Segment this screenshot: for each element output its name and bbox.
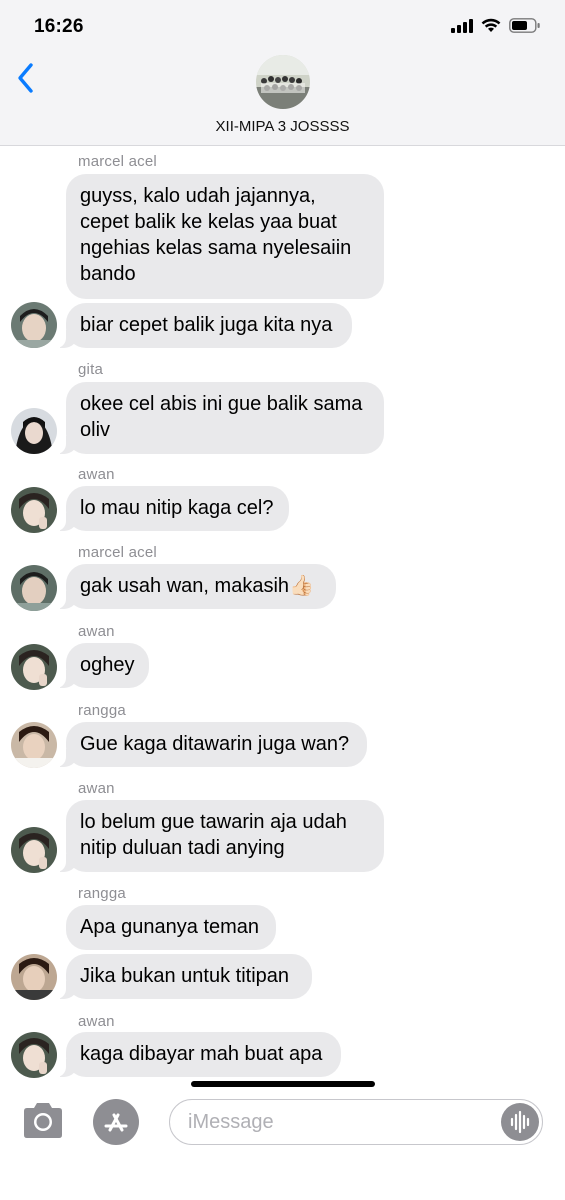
audio-message-button[interactable] xyxy=(501,1103,539,1141)
message-line: ngehias kelas sama nyelesaiin xyxy=(80,237,352,259)
message-list[interactable]: marcel acel guyss, kalo udah jajannya, c… xyxy=(0,146,565,1091)
avatar-marcel[interactable] xyxy=(11,565,57,611)
sender-name: marcel acel xyxy=(78,544,157,561)
chevron-left-icon xyxy=(18,63,33,93)
avatar-awan[interactable] xyxy=(11,487,57,533)
message-line: gak usah wan, makasih👍🏻 xyxy=(80,575,314,597)
sender-name: gita xyxy=(78,361,103,378)
message-bubble[interactable]: Apa gunanya teman xyxy=(66,905,276,950)
audio-waveform-icon xyxy=(510,1110,530,1134)
avatar-rangga[interactable] xyxy=(11,954,57,1000)
group-avatar[interactable] xyxy=(256,55,310,109)
message-line: oghey xyxy=(80,654,135,676)
message-composer xyxy=(0,1091,565,1200)
message-input[interactable] xyxy=(169,1099,543,1145)
message-line: Gue kaga ditawarin juga wan? xyxy=(80,733,350,755)
message-line: okee cel abis ini gue balik sama xyxy=(80,393,363,415)
message-line: bando xyxy=(80,263,136,285)
message-line: guyss, kalo udah jajannya, xyxy=(80,185,316,207)
avatar-marcel[interactable] xyxy=(11,302,57,348)
message-bubble[interactable]: Gue kaga ditawarin juga wan? xyxy=(54,722,367,767)
sender-name: rangga xyxy=(78,702,126,719)
app-store-button[interactable] xyxy=(93,1099,139,1145)
message-line: lo mau nitip kaga cel? xyxy=(80,497,274,519)
message-bubble[interactable]: okee cel abis ini gue balik sama oliv xyxy=(54,382,384,454)
camera-button[interactable] xyxy=(20,1101,66,1141)
avatar-awan[interactable] xyxy=(11,1032,57,1078)
sender-name: awan xyxy=(78,623,115,640)
message-line: lo belum gue tawarin aja udah xyxy=(80,811,347,833)
avatar-awan[interactable] xyxy=(11,644,57,690)
sender-name: marcel acel xyxy=(78,153,157,170)
back-button[interactable] xyxy=(10,58,40,98)
sender-name: awan xyxy=(78,466,115,483)
message-bubble[interactable]: biar cepet balik juga kita nya xyxy=(54,303,352,348)
app-store-icon xyxy=(93,1099,139,1145)
message-line: cepet balik ke kelas yaa buat xyxy=(80,211,337,233)
status-time: 16:26 xyxy=(34,16,84,37)
group-title[interactable]: XII-MIPA 3 JOSSSS xyxy=(0,118,565,135)
battery-icon xyxy=(509,18,540,33)
message-line: oliv xyxy=(80,419,111,441)
message-line: Apa gunanya teman xyxy=(80,916,260,938)
status-icons xyxy=(451,18,541,33)
message-bubble[interactable]: Jika bukan untuk titipan xyxy=(54,954,312,999)
camera-icon xyxy=(24,1103,62,1138)
sender-name: awan xyxy=(78,780,115,797)
message-bubble[interactable]: guyss, kalo udah jajannya, cepet balik k… xyxy=(66,174,384,299)
sender-name: rangga xyxy=(78,885,126,902)
message-line: kaga dibayar mah buat apa xyxy=(80,1043,323,1065)
avatar-gita[interactable] xyxy=(11,408,57,454)
cellular-signal-icon xyxy=(451,18,473,33)
message-line: Jika bukan untuk titipan xyxy=(80,965,290,987)
message-bubble[interactable]: lo belum gue tawarin aja udah nitip dulu… xyxy=(54,800,384,872)
avatar-awan[interactable] xyxy=(11,827,57,873)
sender-name: awan xyxy=(78,1013,115,1030)
message-bubble[interactable]: gak usah wan, makasih👍🏻 xyxy=(54,564,336,609)
wifi-icon xyxy=(481,18,501,32)
conversation-header: 16:26 XII-MIPA 3 JOSSSS xyxy=(0,0,565,146)
message-bubble[interactable]: oghey xyxy=(54,643,149,688)
message-line: biar cepet balik juga kita nya xyxy=(80,314,333,336)
message-bubble[interactable]: lo mau nitip kaga cel? xyxy=(54,486,289,531)
avatar-rangga[interactable] xyxy=(11,722,57,768)
home-indicator[interactable] xyxy=(191,1081,375,1087)
message-line: nitip duluan tadi anying xyxy=(80,837,285,859)
message-bubble[interactable]: kaga dibayar mah buat apa xyxy=(54,1032,341,1077)
